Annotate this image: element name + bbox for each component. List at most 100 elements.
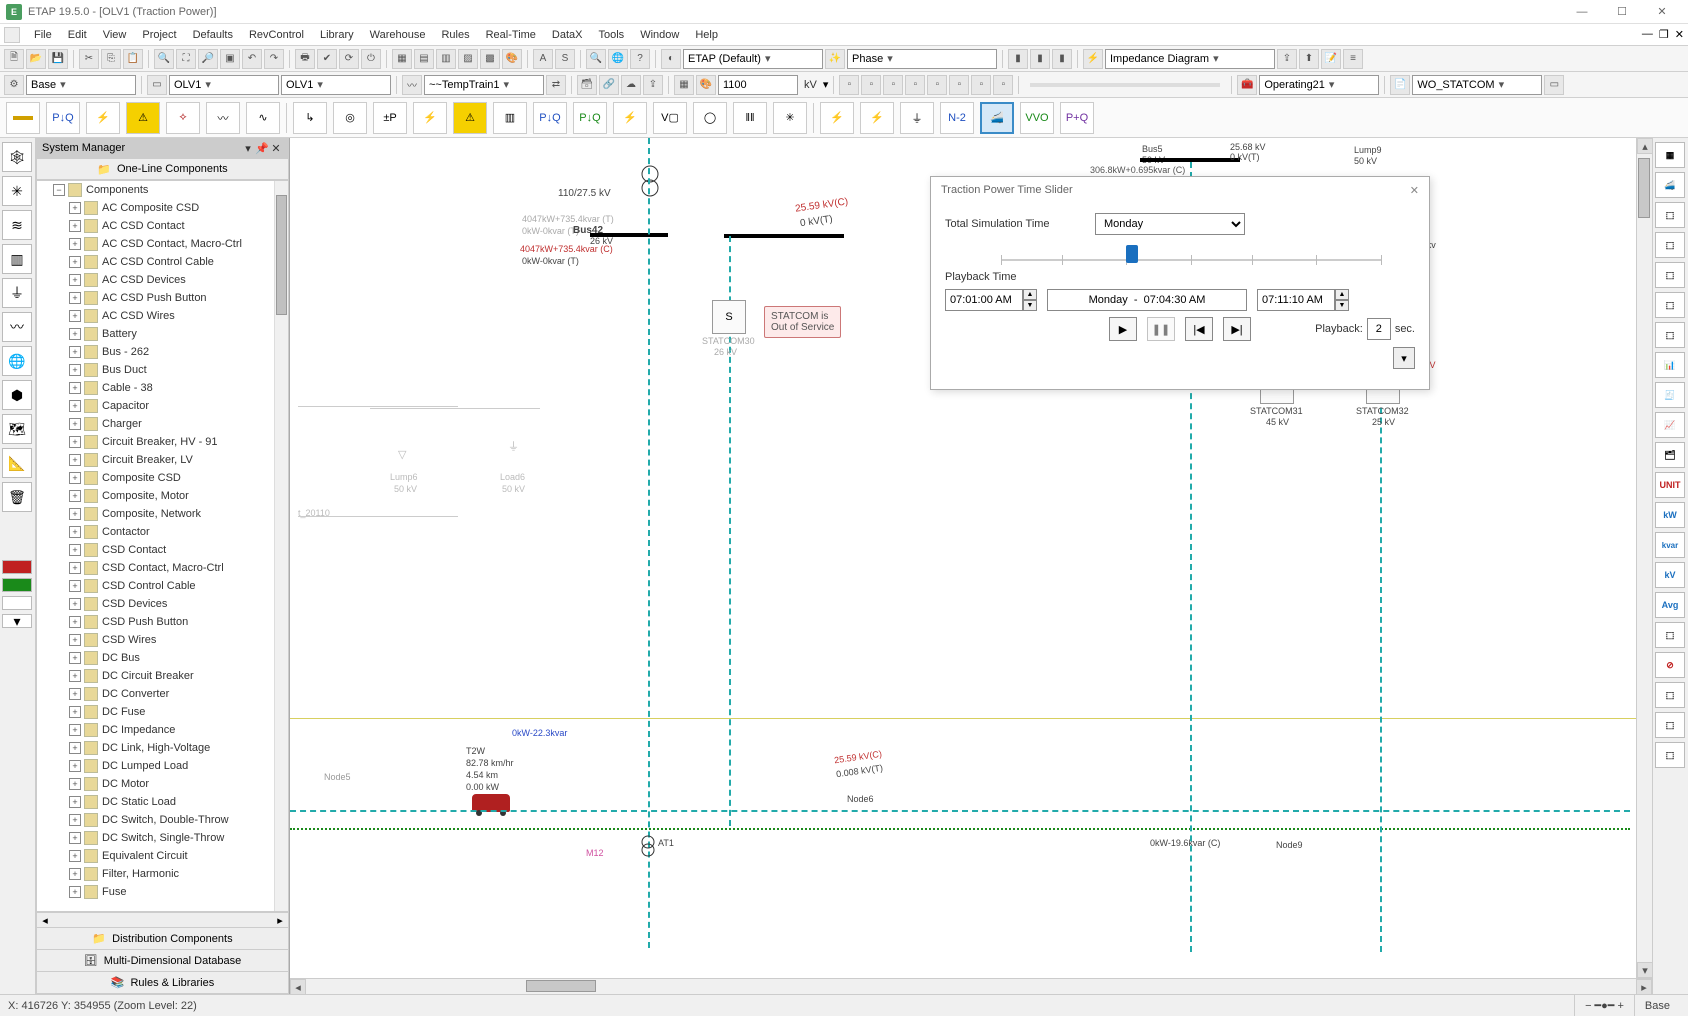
tree-item[interactable]: +DC Fuse — [69, 703, 288, 721]
warning-icon[interactable]: ⚠ — [126, 102, 160, 134]
preset2-combo[interactable]: OLV1▾ — [281, 75, 391, 95]
tool-ground-icon[interactable]: ⏚ — [2, 278, 32, 308]
hscroll-thumb[interactable] — [526, 980, 596, 992]
tool-star-icon[interactable]: ✳ — [2, 176, 32, 206]
fault-icon[interactable]: ⚡ — [413, 102, 447, 134]
check-icon[interactable]: ✔ — [317, 49, 337, 69]
section-rules[interactable]: 📚Rules & Libraries — [36, 972, 289, 994]
rtool-1-icon[interactable]: ⬚ — [1655, 202, 1685, 228]
panel-close-icon[interactable]: ✕ — [269, 141, 283, 155]
circle-icon[interactable]: ◯ — [693, 102, 727, 134]
mdi-minimize-icon[interactable]: — — [1642, 28, 1653, 41]
rtool-3-icon[interactable]: ⬚ — [1655, 262, 1685, 288]
component-tree[interactable]: −Components +AC Composite CSD+AC CSD Con… — [36, 180, 289, 912]
menu-file[interactable]: File — [26, 27, 60, 43]
graph-icon[interactable]: ▨ — [458, 49, 478, 69]
base-icon[interactable]: ⚙ — [4, 75, 24, 95]
time-slider-titlebar[interactable]: Traction Power Time Slider ✕ — [931, 177, 1429, 203]
time-slider-close-icon[interactable]: ✕ — [1410, 184, 1419, 197]
pause-button[interactable]: ❚❚ — [1147, 317, 1175, 341]
rtool-7-icon[interactable]: 🗂 — [1655, 442, 1685, 468]
style-icon[interactable]: S — [555, 49, 575, 69]
curve-icon[interactable]: ↳ — [293, 102, 327, 134]
step-fwd-button[interactable]: ▶| — [1223, 317, 1251, 341]
chart-icon[interactable]: ▩ — [480, 49, 500, 69]
rtool-4-icon[interactable]: ⬚ — [1655, 292, 1685, 318]
end-time-input[interactable]: ▲▼ — [1257, 289, 1349, 311]
cut-icon[interactable]: ✂ — [79, 49, 99, 69]
font-icon[interactable]: A — [533, 49, 553, 69]
down-arrow-icon[interactable]: ▾ — [2, 614, 32, 628]
tree-item[interactable]: +Contactor — [69, 523, 288, 541]
tree-item[interactable]: +Composite, Network — [69, 505, 288, 523]
tool-cable2-icon[interactable]: 〰 — [2, 312, 32, 342]
tree-item[interactable]: +DC Motor — [69, 775, 288, 793]
c6-icon[interactable]: ▫ — [949, 75, 969, 95]
tool-map-icon[interactable]: 🗺 — [2, 414, 32, 444]
voltage-dropdown-icon[interactable]: ▾ — [823, 78, 829, 91]
tree-item[interactable]: +DC Static Load — [69, 793, 288, 811]
fault3-icon[interactable]: ⚡ — [860, 102, 894, 134]
day-select[interactable]: Monday — [1095, 213, 1245, 235]
theme-icon[interactable]: ◐ — [661, 49, 681, 69]
tree-item[interactable]: +Composite, Motor — [69, 487, 288, 505]
plusminus-icon[interactable]: ±P — [373, 102, 407, 134]
end-time-down-icon[interactable]: ▼ — [1335, 300, 1349, 311]
presentation-combo[interactable]: ETAP (Default)▾ — [683, 49, 823, 69]
n2-icon[interactable]: N-2 — [940, 102, 974, 134]
vscroll-thumb[interactable] — [1638, 158, 1650, 218]
menu-view[interactable]: View — [95, 27, 135, 43]
zoom-fit-icon[interactable]: ▣ — [220, 49, 240, 69]
tree-item[interactable]: +Composite CSD — [69, 469, 288, 487]
mdi-close-icon[interactable]: ✕ — [1675, 28, 1684, 41]
c7-icon[interactable]: ▫ — [971, 75, 991, 95]
vvo-icon[interactable]: VVO — [1020, 102, 1054, 134]
copy-icon[interactable]: ⎘ — [101, 49, 121, 69]
end-time-value[interactable] — [1257, 289, 1335, 311]
save-icon[interactable]: 💾 — [48, 49, 68, 69]
operating-combo[interactable]: Operating21▾ — [1259, 75, 1379, 95]
line-tool-icon[interactable] — [6, 102, 40, 134]
base-combo[interactable]: Base▾ — [26, 75, 136, 95]
rtool-11-icon[interactable]: ⬚ — [1655, 742, 1685, 768]
end-time-up-icon[interactable]: ▲ — [1335, 289, 1349, 300]
tree-item[interactable]: +Equivalent Circuit — [69, 847, 288, 865]
c3-icon[interactable]: ▫ — [883, 75, 903, 95]
wave-icon[interactable]: 〰 — [402, 75, 422, 95]
rtool-8-icon[interactable]: ⬚ — [1655, 622, 1685, 648]
c2-icon[interactable]: ▫ — [861, 75, 881, 95]
warning2-icon[interactable]: ⚠ — [453, 102, 487, 134]
wo-open-icon[interactable]: ▭ — [1544, 75, 1564, 95]
tree-item[interactable]: +AC CSD Devices — [69, 271, 288, 289]
tree-item[interactable]: +DC Link, High-Voltage — [69, 739, 288, 757]
power-icon[interactable]: ⏻ — [361, 49, 381, 69]
tree-item[interactable]: +Charger — [69, 415, 288, 433]
rtool-6-icon[interactable]: 📈 — [1655, 412, 1685, 438]
zoom-in-icon[interactable]: 🔍 — [154, 49, 174, 69]
close-button[interactable]: ✕ — [1642, 1, 1682, 23]
status-zoom[interactable]: − ━●━ + — [1574, 995, 1634, 1016]
menu-help[interactable]: Help — [687, 27, 726, 43]
grid-icon[interactable]: ▤ — [414, 49, 434, 69]
note-icon[interactable]: 📝 — [1321, 49, 1341, 69]
loadflow-icon[interactable]: P↓Q — [46, 102, 80, 134]
diagram-combo[interactable]: Impedance Diagram▾ — [1105, 49, 1275, 69]
tree-item[interactable]: +Filter, Harmonic — [69, 865, 288, 883]
tree-item[interactable]: +AC CSD Contact, Macro-Ctrl — [69, 235, 288, 253]
pqg-icon[interactable]: P↓Q — [573, 102, 607, 134]
expand-button[interactable]: ▾ — [1393, 347, 1415, 369]
tree-scrollbar-thumb[interactable] — [276, 195, 287, 315]
tree-item[interactable]: +AC CSD Contact — [69, 217, 288, 235]
tree-item[interactable]: +CSD Contact — [69, 541, 288, 559]
tree-item[interactable]: +DC Switch, Double-Throw — [69, 811, 288, 829]
layers-icon[interactable]: ≡ — [1343, 49, 1363, 69]
menu-library[interactable]: Library — [312, 27, 362, 43]
tree-item[interactable]: +DC Converter — [69, 685, 288, 703]
section-mddb[interactable]: 🗄Multi-Dimensional Database — [36, 950, 289, 972]
undo-icon[interactable]: ↶ — [242, 49, 262, 69]
menu-rules[interactable]: Rules — [433, 27, 477, 43]
tree-item[interactable]: +Capacitor — [69, 397, 288, 415]
diagram-type-icon[interactable]: ⚡ — [1083, 49, 1103, 69]
section-oneline[interactable]: 📁 One-Line Components — [36, 158, 289, 180]
vbox-icon[interactable]: V▢ — [653, 102, 687, 134]
